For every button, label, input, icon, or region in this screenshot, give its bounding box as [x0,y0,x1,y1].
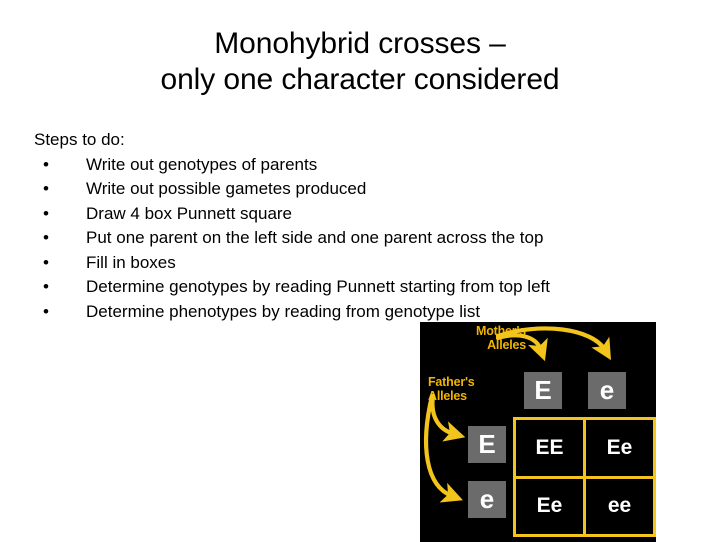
father-allele-tile-1: E [468,426,506,463]
list-item: • Draw 4 box Punnett square [34,202,684,227]
bullet-icon: • [43,228,49,247]
bullet-icon: • [43,301,49,321]
list-item-label: Write out genotypes of parents [86,154,318,174]
steps-block: Steps to do: • Write out genotypes of pa… [34,128,684,324]
mothers-alleles-label: Mother's Alleles [434,324,526,352]
father-arrow-2-icon [424,393,463,503]
punnett-cell-0-0-label: EE [535,435,564,459]
father-allele-tile-2-label: e [479,484,495,514]
mother-allele-tile-2: e [588,372,626,409]
page-title-line-2: only one character considered [160,63,560,96]
list-item: • Put one parent on the left side and on… [34,226,684,251]
mother-allele-tile-1-label: E [534,375,552,405]
steps-heading: Steps to do: [34,130,125,149]
punnett-square-figure: Mother's Alleles Father's Alleles E e E … [420,322,656,542]
bullet-icon: • [43,154,49,174]
list-item-label: Put one parent on the left side and one … [86,228,544,247]
list-item-label: Write out possible gametes produced [86,179,367,198]
list-item: • Write out genotypes of parents [34,153,684,178]
bullet-icon: • [43,179,49,198]
punnett-cell-1-0-label: Ee [536,494,563,518]
bullet-icon: • [43,203,49,223]
list-item-label: Fill in boxes [86,252,176,272]
bullet-icon: • [43,252,49,272]
mother-allele-tile-2-label: e [599,375,615,405]
punnett-cell-1-1: ee [586,478,653,534]
father-allele-tile-1-label: E [478,429,496,459]
list-item-label: Draw 4 box Punnett square [86,203,293,223]
list-item: • Determine genotypes by reading Punnett… [34,275,684,300]
list-item-label: Determine genotypes by reading Punnett s… [86,277,550,296]
steps-list: • Write out genotypes of parents • Write… [34,153,684,325]
page-title: Monohybrid crosses – only one character … [0,26,720,98]
list-item: • Write out possible gametes produced [34,177,684,202]
mothers-alleles-label-line-2: Alleles [487,337,526,352]
punnett-cell-0-1: Ee [586,420,653,476]
page-title-line-1: Monohybrid crosses – [214,27,506,60]
list-item: • Fill in boxes [34,251,684,276]
mother-allele-tile-1: E [524,372,562,409]
list-item: • Determine phenotypes by reading from g… [34,300,684,325]
list-item-label: Determine phenotypes by reading from gen… [86,301,481,321]
punnett-cell-1-0: Ee [516,478,583,534]
bullet-icon: • [43,277,49,296]
punnett-cell-0-0: EE [516,420,583,476]
mothers-alleles-label-line-1: Mother's [476,324,526,338]
fathers-alleles-label: Father's Alleles [428,375,514,403]
punnett-cell-0-1-label: Ee [606,435,633,459]
fathers-alleles-label-line-1: Father's [428,375,475,389]
father-allele-tile-2: e [468,481,506,518]
fathers-alleles-label-line-2: Alleles [428,388,467,403]
punnett-grid: EE Ee Ee ee [513,417,656,537]
punnett-cell-1-1-label: ee [607,494,632,518]
